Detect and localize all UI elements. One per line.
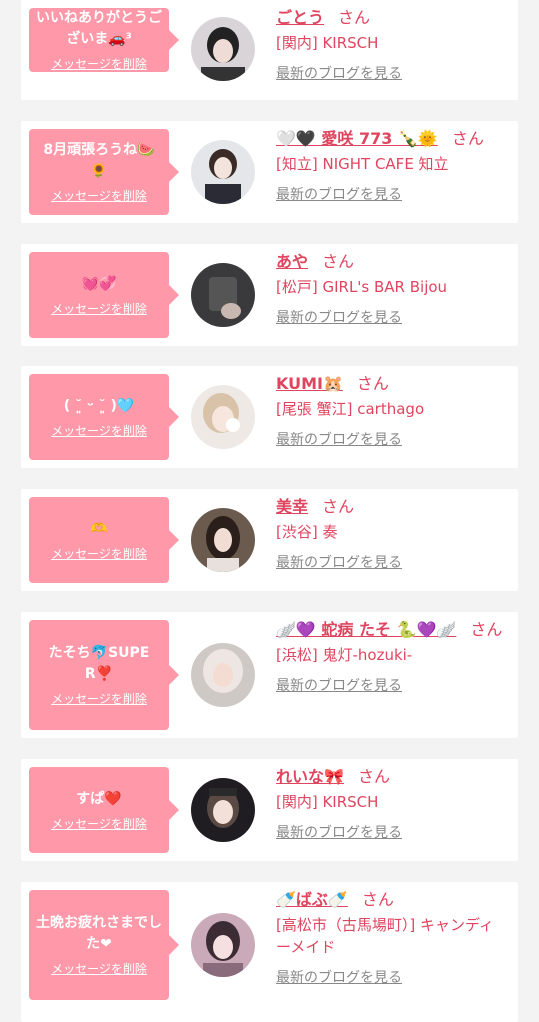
- delete-message-link[interactable]: メッセージを削除: [51, 816, 147, 832]
- message-text: たそち🐬SUPER❣️: [48, 645, 150, 682]
- avatar[interactable]: [191, 17, 255, 81]
- delete-message-link[interactable]: メッセージを削除: [51, 961, 147, 977]
- message-bubble: 土晩お疲れさまでした❤ メッセージを削除: [29, 890, 179, 1000]
- girl-info: KUMI🐹 さん [尾張 蟹江] carthago 最新のブログを見る: [276, 372, 508, 450]
- latest-blog-link[interactable]: 最新のブログを見る: [276, 968, 508, 988]
- girl-info: 美幸 さん [渋谷] 奏 最新のブログを見る: [276, 495, 508, 573]
- delete-message-link[interactable]: メッセージを削除: [51, 188, 147, 204]
- message-text: 💓💞: [81, 275, 117, 292]
- shop-name: [尾張 蟹江] carthago: [276, 400, 425, 418]
- message-card: すぱ❤️ メッセージを削除 れいな🎀 さん [関内] KIRSCH 最新のブログを…: [21, 759, 518, 861]
- girl-info: れいな🎀 さん [関内] KIRSCH 最新のブログを見る: [276, 765, 508, 843]
- shop-name: [松戸] GIRL's BAR Bijou: [276, 278, 448, 296]
- girl-info: あや さん [松戸] GIRL's BAR Bijou 最新のブログを見る: [276, 250, 508, 328]
- delete-message-link[interactable]: メッセージを削除: [51, 546, 147, 562]
- latest-blog-link[interactable]: 最新のブログを見る: [276, 553, 508, 573]
- message-text: 🫶: [90, 520, 108, 537]
- delete-message-link[interactable]: メッセージを削除: [51, 423, 147, 439]
- message-card: 土晩お疲れさまでした❤ メッセージを削除 🍼ばぶ🍼 さん [高松市（古馬場町）] …: [21, 882, 518, 1022]
- shop-name: [関内] KIRSCH: [276, 34, 379, 52]
- girl-name-link[interactable]: 🤍🖤 愛咲 773 🍾🌞: [276, 129, 438, 148]
- delete-message-link[interactable]: メッセージを削除: [51, 301, 147, 317]
- girl-info: 🪽💜 蛇病 たそ 🐍💜🪽 さん [浜松] 鬼灯-hozuki- 最新のブログを見る: [276, 618, 508, 696]
- shop-name: [関内] KIRSCH: [276, 793, 379, 811]
- girl-name-link[interactable]: 美幸: [276, 497, 308, 516]
- message-bubble: ( ˘͈ ᵕ ˘͈ )🩵 メッセージを削除: [29, 374, 179, 460]
- girl-name-link[interactable]: あや: [276, 252, 308, 271]
- girl-info: ごとう さん [関内] KIRSCH 最新のブログを見る: [276, 6, 508, 84]
- latest-blog-link[interactable]: 最新のブログを見る: [276, 64, 508, 84]
- honorific: さん: [470, 620, 503, 639]
- message-card: たそち🐬SUPER❣️ メッセージを削除 🪽💜 蛇病 たそ 🐍💜🪽 さん [浜松]…: [21, 612, 518, 738]
- latest-blog-link[interactable]: 最新のブログを見る: [276, 823, 508, 843]
- message-card: 🫶 メッセージを削除 美幸 さん [渋谷] 奏 最新のブログを見る: [21, 489, 518, 591]
- latest-blog-link[interactable]: 最新のブログを見る: [276, 308, 508, 328]
- avatar[interactable]: [191, 778, 255, 842]
- honorific: さん: [322, 497, 355, 516]
- message-bubble: 💓💞 メッセージを削除: [29, 252, 179, 338]
- girl-name-link[interactable]: れいな🎀: [276, 767, 344, 786]
- girl-name-link[interactable]: KUMI🐹: [276, 374, 343, 393]
- honorific: さん: [451, 129, 484, 148]
- avatar[interactable]: [191, 385, 255, 449]
- girl-name-link[interactable]: 🪽💜 蛇病 たそ 🐍💜🪽: [276, 620, 456, 639]
- honorific: さん: [322, 252, 355, 271]
- message-bubble: 8月頑張ろうね🍉🌻 メッセージを削除: [29, 129, 179, 215]
- message-card: 8月頑張ろうね🍉🌻 メッセージを削除 🤍🖤 愛咲 773 🍾🌞 さん [知立] N…: [21, 121, 518, 223]
- girl-info: 🍼ばぶ🍼 さん [高松市（古馬場町）] キャンディーメイド 最新のブログを見る: [276, 888, 508, 988]
- message-bubble: いいねありがとうございま🚗³ メッセージを削除: [29, 8, 179, 72]
- avatar[interactable]: [191, 508, 255, 572]
- girl-name-link[interactable]: 🍼ばぶ🍼: [276, 890, 348, 909]
- message-bubble: たそち🐬SUPER❣️ メッセージを削除: [29, 620, 179, 730]
- message-text: いいねありがとうございま🚗³: [36, 10, 162, 47]
- avatar[interactable]: [191, 263, 255, 327]
- delete-message-link[interactable]: メッセージを削除: [51, 691, 147, 707]
- honorific: さん: [361, 890, 394, 909]
- honorific: さん: [356, 374, 389, 393]
- latest-blog-link[interactable]: 最新のブログを見る: [276, 185, 508, 205]
- shop-name: [知立] NIGHT CAFE 知立: [276, 155, 449, 173]
- message-text: 土晩お疲れさまでした❤: [36, 915, 162, 952]
- honorific: さん: [338, 8, 371, 27]
- message-bubble: 🫶 メッセージを削除: [29, 497, 179, 583]
- shop-name: [浜松] 鬼灯-hozuki-: [276, 646, 413, 664]
- message-card: いいねありがとうございま🚗³ メッセージを削除 ごとう さん [関内] KIRSC…: [21, 0, 518, 100]
- avatar[interactable]: [191, 140, 255, 204]
- girl-name-link[interactable]: ごとう: [276, 8, 324, 27]
- message-bubble: すぱ❤️ メッセージを削除: [29, 767, 179, 853]
- avatar[interactable]: [191, 913, 255, 977]
- delete-message-link[interactable]: メッセージを削除: [51, 56, 147, 72]
- message-text: ( ˘͈ ᵕ ˘͈ )🩵: [63, 397, 135, 414]
- message-card: ( ˘͈ ᵕ ˘͈ )🩵 メッセージを削除 KUMI🐹 さん [尾張 蟹江] ca…: [21, 366, 518, 468]
- latest-blog-link[interactable]: 最新のブログを見る: [276, 430, 508, 450]
- honorific: さん: [357, 767, 390, 786]
- message-text: すぱ❤️: [76, 790, 122, 807]
- girl-info: 🤍🖤 愛咲 773 🍾🌞 さん [知立] NIGHT CAFE 知立 最新のブログ…: [276, 127, 508, 205]
- message-card: 💓💞 メッセージを削除 あや さん [松戸] GIRL's BAR Bijou 最…: [21, 244, 518, 346]
- message-text: 8月頑張ろうね🍉🌻: [43, 142, 155, 179]
- shop-name: [渋谷] 奏: [276, 523, 338, 541]
- shop-name: [高松市（古馬場町）] キャンディーメイド: [276, 916, 494, 956]
- avatar[interactable]: [191, 643, 255, 707]
- latest-blog-link[interactable]: 最新のブログを見る: [276, 676, 508, 696]
